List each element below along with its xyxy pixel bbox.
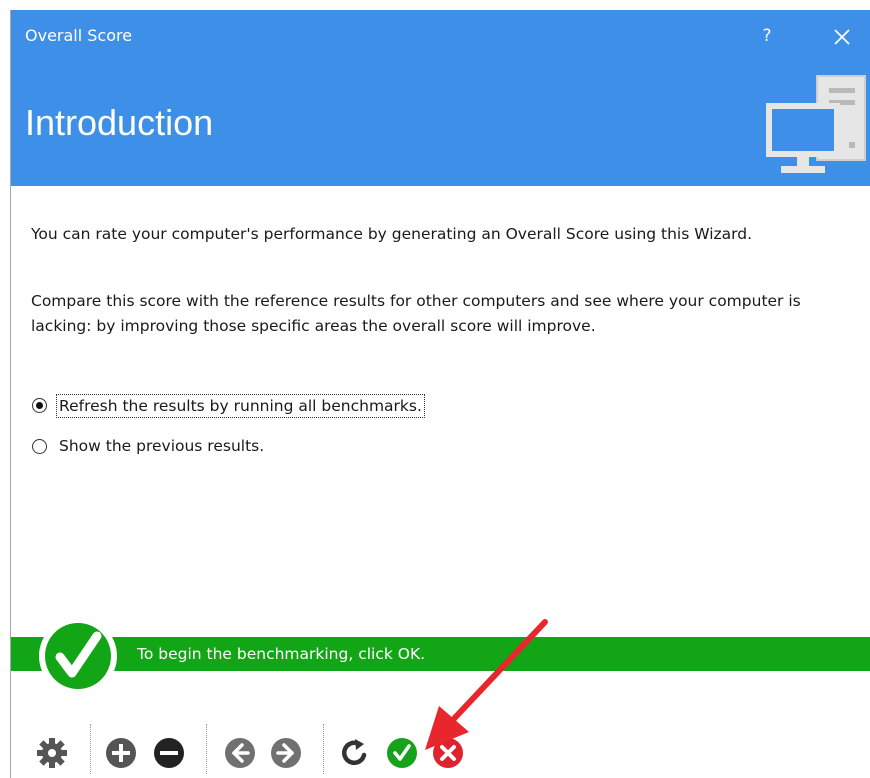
compare-paragraph: Compare this score with the reference re… bbox=[31, 292, 801, 335]
remove-button[interactable] bbox=[152, 736, 186, 770]
overall-score-window: Overall Score ? Introduction You can rat… bbox=[10, 10, 870, 778]
ok-icon bbox=[387, 738, 417, 768]
forward-icon bbox=[271, 738, 301, 768]
close-icon bbox=[834, 29, 850, 45]
help-button[interactable]: ? bbox=[755, 22, 779, 50]
banner-text: To begin the benchmarking, click OK. bbox=[137, 645, 426, 663]
option-label[interactable]: Refresh the results by running all bench… bbox=[56, 394, 425, 418]
back-button[interactable] bbox=[223, 736, 257, 770]
add-icon bbox=[106, 738, 136, 768]
cancel-button[interactable] bbox=[431, 736, 465, 770]
refresh-icon bbox=[342, 739, 367, 766]
ok-button[interactable] bbox=[385, 736, 419, 770]
option-label[interactable]: Show the previous results. bbox=[57, 435, 266, 457]
remove-icon bbox=[154, 738, 184, 768]
close-button[interactable] bbox=[823, 20, 859, 52]
window-title: Overall Score bbox=[25, 26, 133, 45]
back-icon bbox=[225, 738, 255, 768]
radio-button-selected[interactable] bbox=[32, 398, 47, 413]
title-bar: Overall Score ? bbox=[11, 10, 870, 60]
page-title: Introduction bbox=[25, 102, 214, 143]
gear-icon bbox=[37, 738, 67, 768]
wizard-header: Introduction bbox=[11, 60, 870, 186]
add-button[interactable] bbox=[104, 736, 138, 770]
cancel-icon bbox=[433, 738, 463, 768]
intro-paragraph: You can rate your computer's performance… bbox=[31, 225, 753, 243]
status-banner: To begin the benchmarking, click OK. bbox=[11, 637, 870, 671]
computer-tower-icon bbox=[766, 75, 866, 173]
forward-button[interactable] bbox=[269, 736, 303, 770]
settings-button[interactable] bbox=[35, 736, 69, 770]
refresh-button[interactable] bbox=[338, 736, 372, 770]
checkmark-icon bbox=[39, 617, 117, 695]
toolbar bbox=[11, 714, 870, 778]
radio-button-unselected[interactable] bbox=[32, 439, 47, 454]
